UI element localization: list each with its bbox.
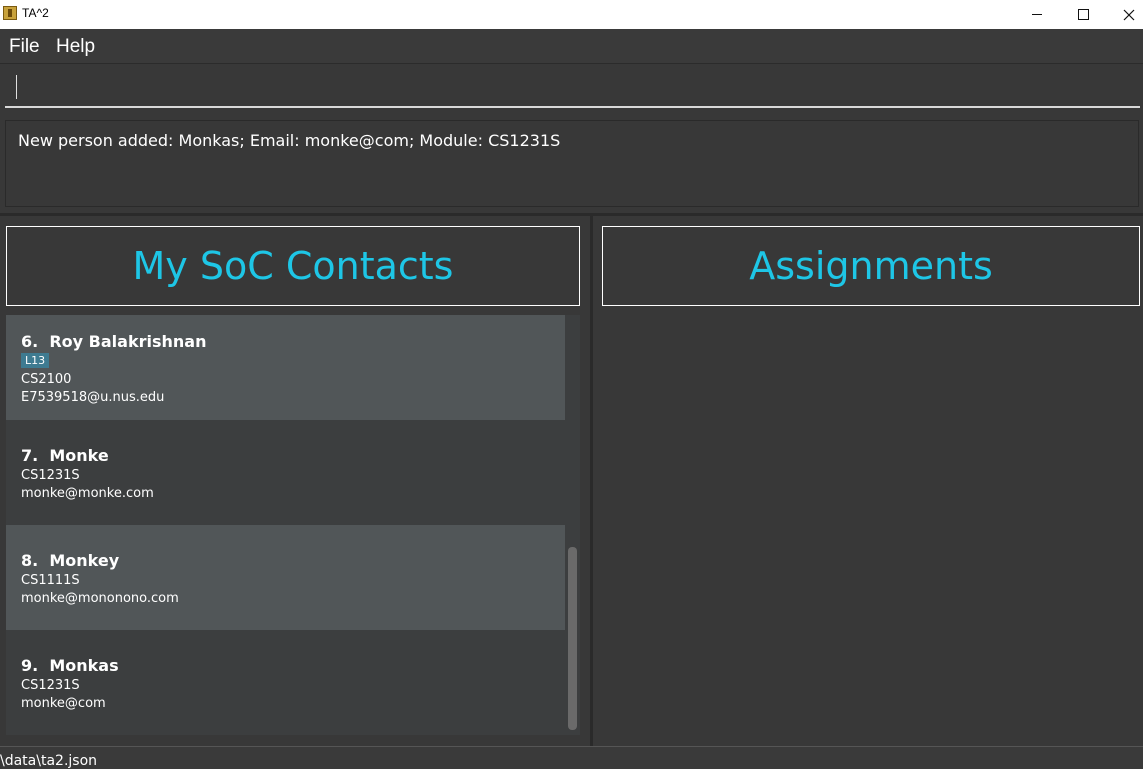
close-button[interactable] bbox=[1106, 0, 1143, 29]
contact-name: 9. Monkas bbox=[21, 656, 119, 675]
contact-card[interactable]: 7. Monke CS1231S monke@monke.com bbox=[6, 420, 565, 525]
menu-bar: File Help bbox=[0, 29, 1143, 64]
close-icon bbox=[1123, 9, 1135, 20]
contact-card[interactable]: 9. Monkas CS1231S monke@com bbox=[6, 630, 565, 735]
contact-name: 6. Roy Balakrishnan bbox=[21, 332, 207, 351]
window-title: TA^2 bbox=[22, 6, 49, 20]
status-bar: \data\ta2.json bbox=[0, 746, 1143, 769]
contact-list[interactable]: 6. Roy Balakrishnan L13 CS2100 E7539518@… bbox=[6, 315, 565, 735]
text-caret bbox=[16, 75, 17, 99]
contact-module: CS1231S bbox=[21, 678, 80, 693]
contact-module: CS2100 bbox=[21, 372, 72, 387]
contact-tag: L13 bbox=[21, 353, 50, 368]
contact-email: monke@mononono.com bbox=[21, 591, 179, 606]
scrollbar-thumb[interactable] bbox=[568, 547, 577, 730]
split-pane-divider[interactable] bbox=[590, 216, 593, 746]
minimize-icon bbox=[1032, 14, 1042, 15]
contact-email: monke@monke.com bbox=[21, 486, 154, 501]
result-display: New person added: Monkas; Email: monke@c… bbox=[5, 120, 1139, 207]
menu-help[interactable]: Help bbox=[56, 36, 95, 58]
contacts-title-text: My SoC Contacts bbox=[132, 244, 454, 288]
contact-module: CS1111S bbox=[21, 573, 80, 588]
app-icon bbox=[3, 6, 17, 20]
menu-file[interactable]: File bbox=[9, 36, 40, 58]
horizontal-divider[interactable] bbox=[0, 213, 1143, 216]
command-input[interactable] bbox=[5, 64, 1140, 108]
contact-card[interactable]: 6. Roy Balakrishnan L13 CS2100 E7539518@… bbox=[6, 315, 565, 420]
maximize-button[interactable] bbox=[1060, 0, 1106, 29]
result-message: New person added: Monkas; Email: monke@c… bbox=[18, 131, 561, 150]
assignments-title-text: Assignments bbox=[749, 244, 993, 288]
contact-name: 8. Monkey bbox=[21, 551, 120, 570]
title-bar: TA^2 bbox=[0, 0, 1143, 29]
contact-list-scrollbar[interactable] bbox=[565, 315, 580, 735]
contact-email: monke@com bbox=[21, 696, 106, 711]
contact-email: E7539518@u.nus.edu bbox=[21, 390, 165, 405]
maximize-icon bbox=[1077, 9, 1089, 20]
save-location: \data\ta2.json bbox=[0, 753, 98, 769]
contact-name: 7. Monke bbox=[21, 446, 109, 465]
contact-card[interactable]: 8. Monkey CS1111S monke@mononono.com bbox=[6, 525, 565, 630]
contact-module: CS1231S bbox=[21, 468, 80, 483]
assignments-panel-title: Assignments bbox=[602, 226, 1140, 306]
minimize-button[interactable] bbox=[1014, 0, 1060, 29]
contacts-panel-title: My SoC Contacts bbox=[6, 226, 580, 306]
